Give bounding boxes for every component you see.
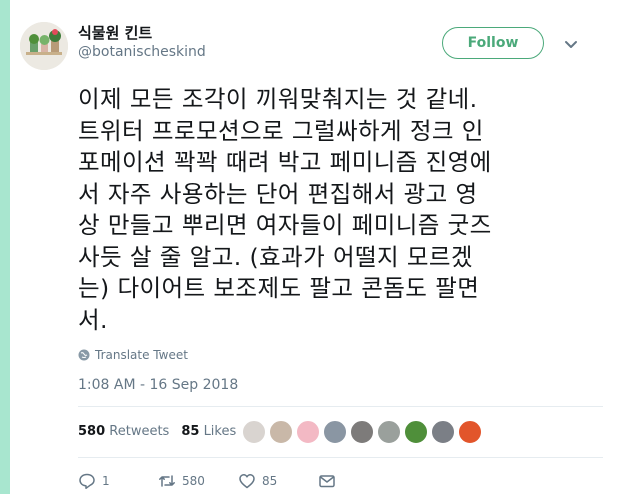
likes-stat[interactable]: 85 Likes <box>181 424 236 439</box>
liker-avatar[interactable] <box>458 420 482 444</box>
heart-icon <box>239 474 255 489</box>
liker-avatar[interactable] <box>242 420 266 444</box>
liker-avatar[interactable] <box>269 420 293 444</box>
envelope-icon <box>319 475 335 488</box>
reply-count: 1 <box>102 474 110 488</box>
follow-button[interactable]: Follow <box>442 27 544 59</box>
translate-tweet-link[interactable]: Translate Tweet <box>78 348 188 362</box>
retweet-button[interactable]: 580 <box>158 472 238 490</box>
tweet-actions: 1 580 85 <box>78 472 358 490</box>
liker-avatar[interactable] <box>377 420 401 444</box>
globe-icon <box>78 349 90 361</box>
like-count: 85 <box>262 474 278 488</box>
left-rail <box>0 0 10 494</box>
liker-avatar[interactable] <box>431 420 455 444</box>
divider <box>78 457 603 458</box>
retweets-label: Retweets <box>109 424 170 439</box>
liker-avatars <box>242 420 482 444</box>
likes-count: 85 <box>181 424 200 439</box>
retweet-count: 580 <box>182 474 205 488</box>
liker-avatar[interactable] <box>404 420 428 444</box>
tweet-text: 이제 모든 조각이 끼워맞춰지는 것 같네. 트위터 프로모션으로 그럴싸하게 … <box>78 85 492 334</box>
reply-icon <box>79 473 95 490</box>
translate-label: Translate Tweet <box>95 348 188 362</box>
timestamp[interactable]: 1:08 AM - 16 Sep 2018 <box>78 377 238 393</box>
reply-button[interactable]: 1 <box>78 472 158 490</box>
retweet-icon <box>159 475 175 487</box>
chevron-down-icon[interactable] <box>563 36 579 52</box>
display-name[interactable]: 식물원 킨트 <box>78 22 152 43</box>
like-button[interactable]: 85 <box>238 472 318 490</box>
retweets-count: 580 <box>78 424 106 439</box>
engagement-stats: 580 Retweets 85 Likes <box>78 424 236 439</box>
liker-avatar[interactable] <box>296 420 320 444</box>
handle[interactable]: @botanischeskind <box>78 44 206 60</box>
liker-avatar[interactable] <box>350 420 374 444</box>
liker-avatar[interactable] <box>323 420 347 444</box>
retweets-stat[interactable]: 580 Retweets <box>78 424 169 439</box>
avatar[interactable] <box>20 22 68 70</box>
likes-label: Likes <box>203 424 237 439</box>
divider <box>78 406 603 407</box>
plant-avatar-icon <box>20 22 68 70</box>
direct-message-button[interactable] <box>318 472 358 490</box>
